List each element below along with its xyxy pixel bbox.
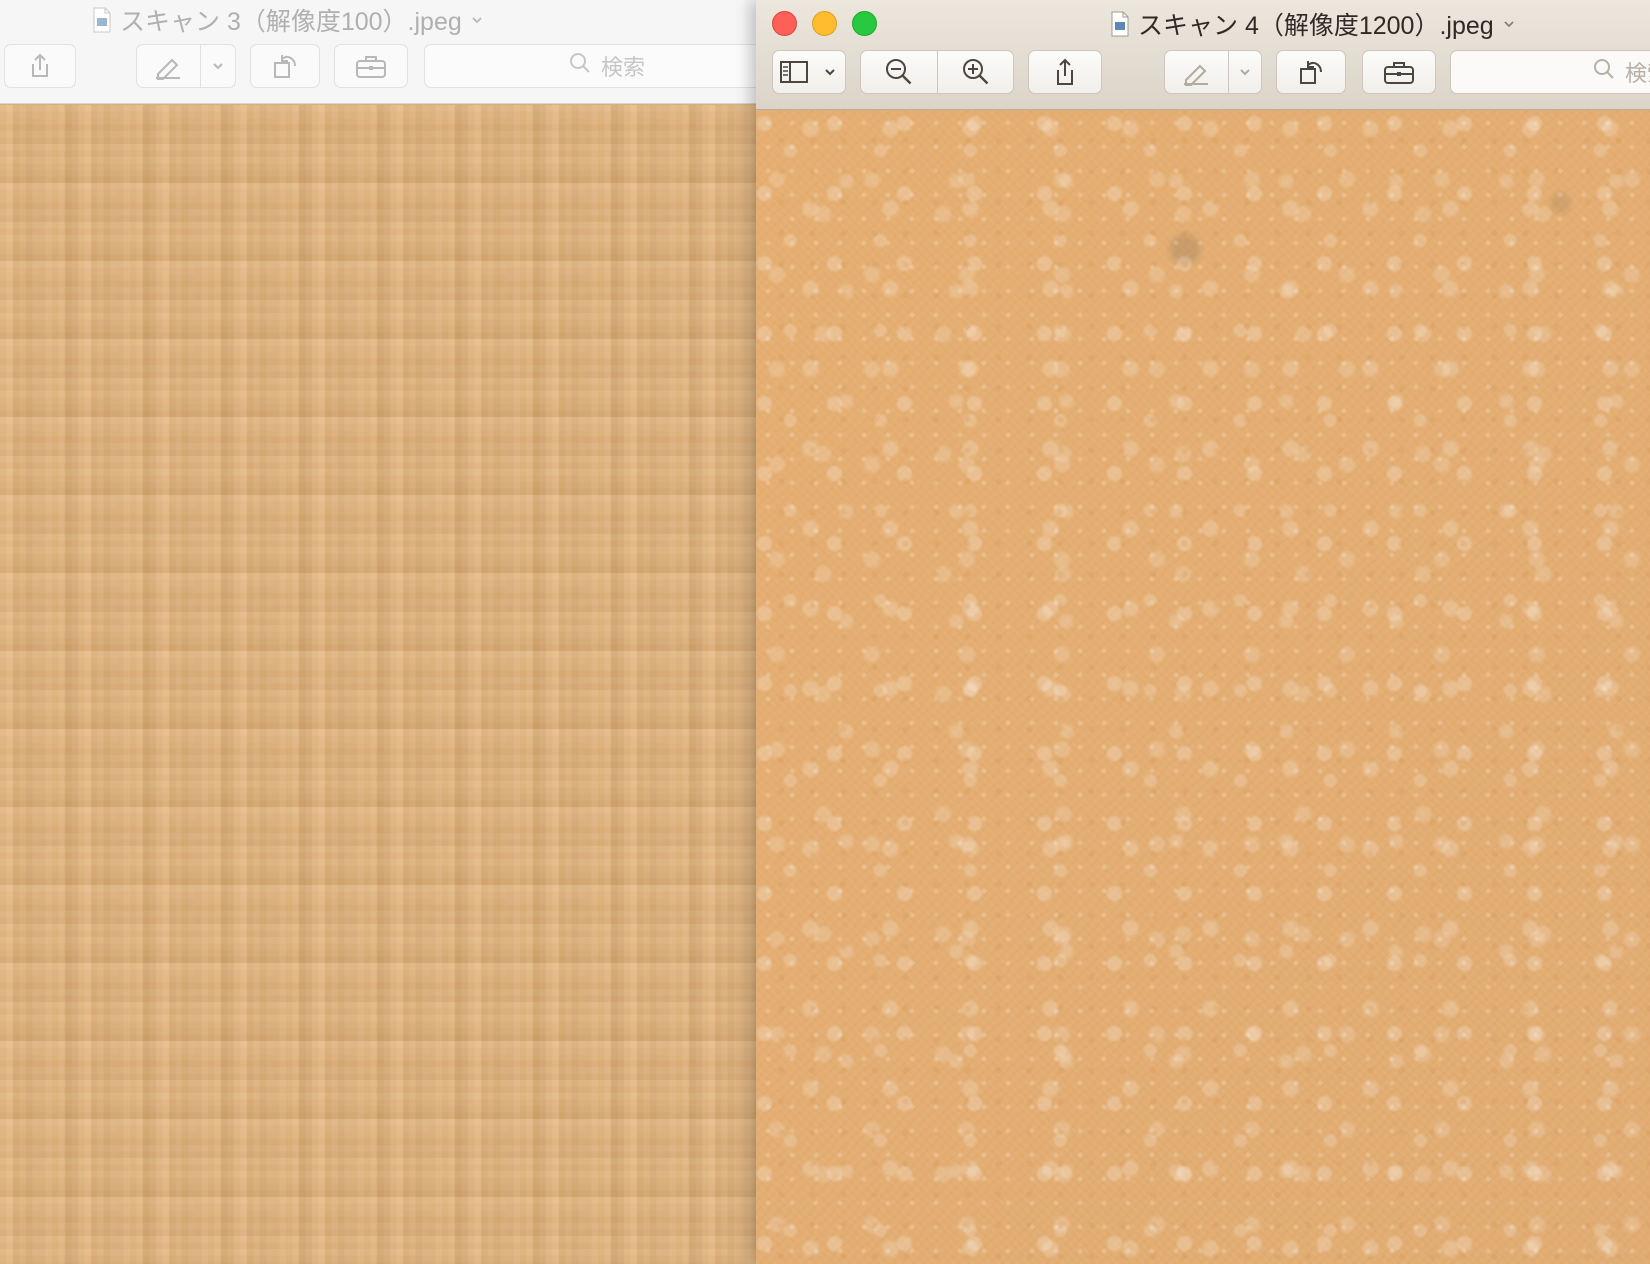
close-button[interactable] — [772, 11, 797, 36]
chevron-down-icon — [823, 65, 837, 79]
front-window-titlebar[interactable]: スキャン 4（解像度1200）.jpeg 検 — [756, 0, 1650, 110]
back-image-canvas[interactable] — [0, 105, 760, 1264]
rotate-icon — [270, 51, 300, 81]
zoom-out-icon — [884, 57, 914, 87]
search-field[interactable]: 検索 — [1450, 50, 1650, 94]
sidebar-view-dropdown[interactable] — [816, 51, 845, 93]
front-preview-window[interactable]: スキャン 4（解像度1200）.jpeg 検 — [756, 0, 1650, 1264]
minimize-button[interactable] — [812, 11, 837, 36]
back-markup-dropdown[interactable] — [199, 45, 235, 87]
sidebar-view-menu-button[interactable] — [772, 50, 846, 94]
back-search-placeholder: 検索 — [601, 55, 646, 80]
front-window-title-text: スキャン 4（解像度1200）.jpeg — [1138, 12, 1494, 40]
chevron-down-icon[interactable] — [1502, 17, 1516, 31]
back-window-title: スキャン 3（解像度100）.jpeg — [92, 4, 484, 36]
search-icon — [567, 50, 593, 82]
document-icon — [1110, 11, 1130, 37]
rotate-button[interactable] — [1276, 50, 1346, 94]
toolbox-icon — [354, 52, 388, 80]
markup-segment[interactable] — [1164, 50, 1262, 94]
back-search-field[interactable]: 検索 — [424, 44, 760, 88]
markup-pen-icon — [1180, 58, 1212, 86]
back-rotate-button[interactable] — [250, 44, 320, 88]
search-icon — [1591, 56, 1617, 88]
share-icon — [1052, 57, 1078, 87]
sidebar-icon — [779, 60, 809, 84]
toolbox-button[interactable] — [1362, 50, 1436, 94]
search-placeholder: 検索 — [1625, 61, 1650, 86]
back-preview-window[interactable]: スキャン 3（解像度100）.jpeg 検索 — [0, 0, 760, 1264]
chevron-down-icon — [1238, 65, 1252, 79]
markup-dropdown[interactable] — [1227, 51, 1261, 93]
share-icon — [27, 52, 53, 80]
back-markup-segment[interactable] — [136, 44, 236, 88]
zoom-in-icon — [961, 57, 991, 87]
chevron-down-icon[interactable] — [470, 13, 484, 27]
document-icon — [92, 7, 112, 33]
sidebar-toggle[interactable] — [773, 51, 816, 93]
back-markup-button[interactable] — [137, 45, 200, 87]
back-window-title-text: スキャン 3（解像度100）.jpeg — [120, 8, 462, 36]
back-toolbox-button[interactable] — [334, 44, 408, 88]
zoom-button[interactable] — [852, 11, 877, 36]
zoom-out-button[interactable] — [861, 51, 937, 93]
front-image-canvas[interactable] — [756, 111, 1650, 1264]
zoom-segment[interactable] — [860, 50, 1014, 94]
toolbox-icon — [1382, 58, 1416, 86]
markup-pen-icon — [152, 52, 184, 80]
front-window-title: スキャン 4（解像度1200）.jpeg — [1110, 6, 1516, 42]
markup-button[interactable] — [1165, 51, 1228, 93]
chevron-down-icon — [211, 59, 225, 73]
back-share-button[interactable] — [4, 44, 76, 88]
share-button[interactable] — [1028, 50, 1102, 94]
back-window-titlebar[interactable]: スキャン 3（解像度100）.jpeg 検索 — [0, 0, 760, 104]
rotate-icon — [1296, 57, 1326, 87]
zoom-in-button[interactable] — [937, 51, 1013, 93]
